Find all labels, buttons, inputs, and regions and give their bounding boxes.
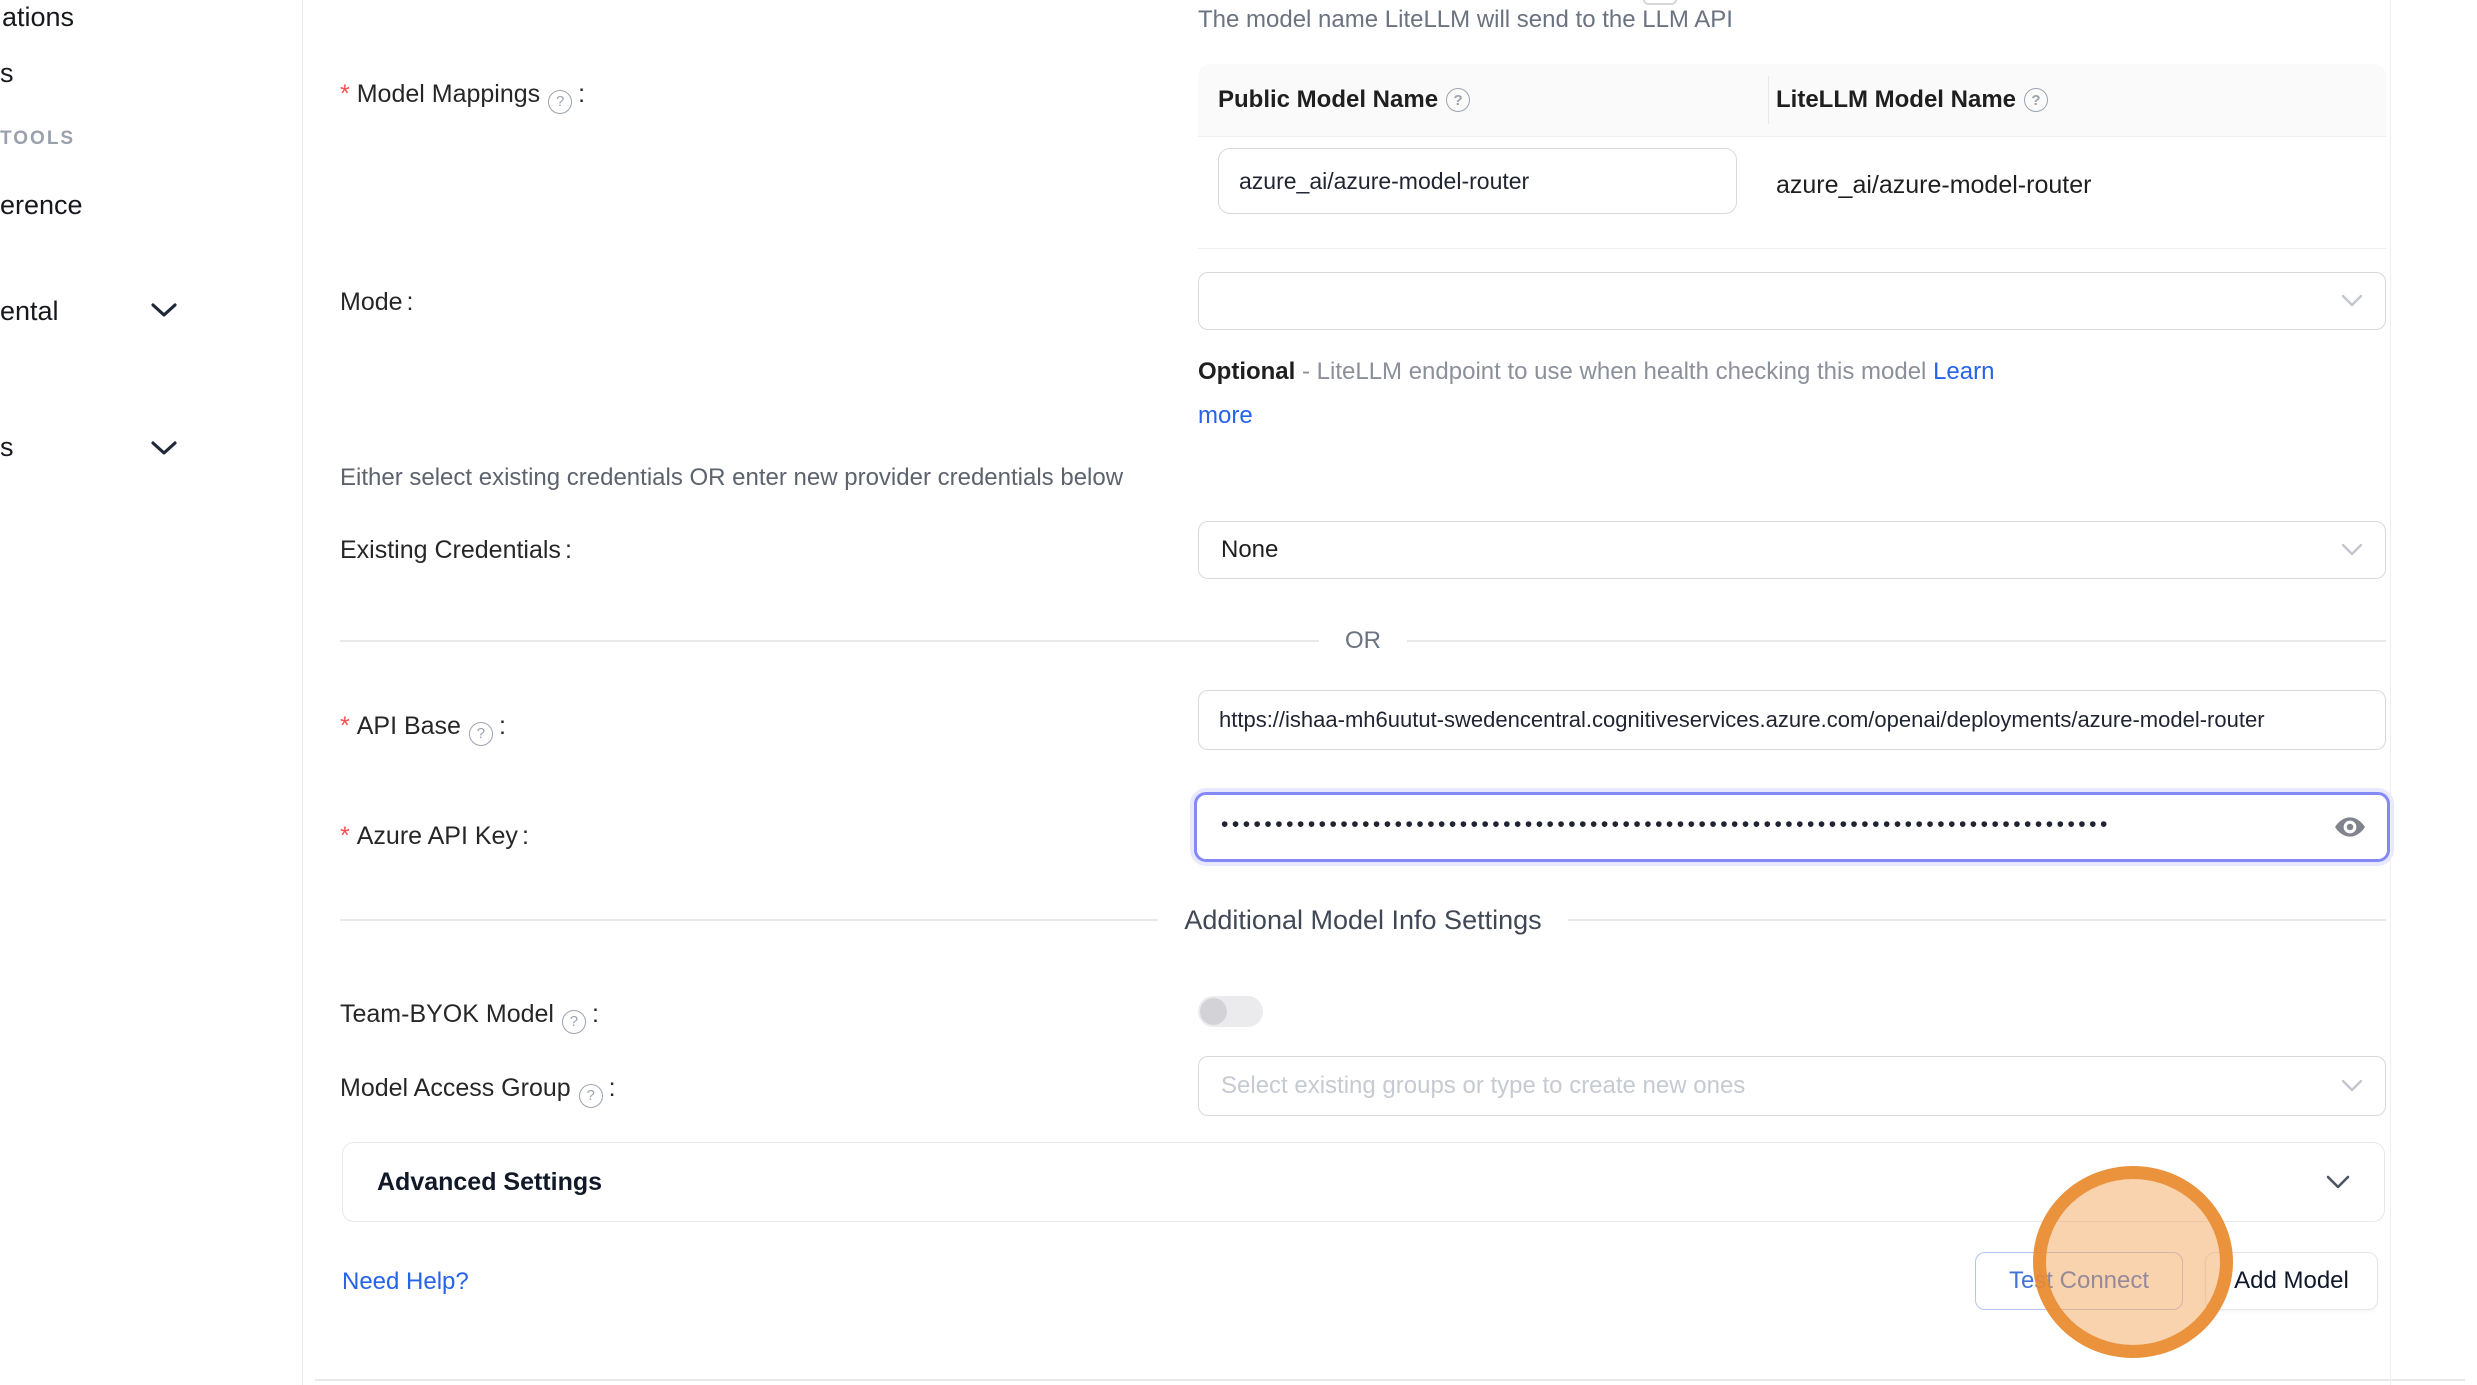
model-mappings-label: *Model Mappings?: [340,80,585,114]
chevron-down-icon[interactable] [150,440,178,457]
need-help-link[interactable]: Need Help? [342,1268,469,1296]
sidebar-item[interactable]: erence [0,190,83,221]
toggle-knob [1200,998,1227,1025]
card-bottom-border [315,1379,2465,1381]
litellm-model-name-value: azure_ai/azure-model-router [1776,171,2091,200]
mode-label: Mode: [340,288,414,317]
chevron-down-icon[interactable] [150,302,178,319]
chevron-down-icon [2341,294,2363,308]
model-access-group-placeholder: Select existing groups or type to create… [1221,1072,1745,1100]
divider-line [340,640,1319,642]
info-settings-divider-text: Additional Model Info Settings [1184,905,1541,936]
info-settings-divider: Additional Model Info Settings [340,903,2386,937]
chevron-down-icon [2326,1175,2350,1190]
api-base-input[interactable] [1198,690,2386,750]
optional-bold: Optional [1198,358,1295,385]
credentials-note: Either select existing credentials OR en… [340,464,1123,492]
card-right-border [2390,0,2391,1385]
masked-api-key-value: ••••••••••••••••••••••••••••••••••••••••… [1221,813,2333,837]
public-model-name-input[interactable] [1218,148,1737,214]
divider-line [340,919,1158,921]
azure-api-key-label: *Azure API Key: [340,822,529,851]
help-circle-icon[interactable]: ? [548,90,572,114]
advanced-settings-panel[interactable]: Advanced Settings [342,1142,2385,1222]
help-circle-icon[interactable]: ? [1446,88,1470,112]
required-asterisk: * [340,822,350,850]
help-circle-icon[interactable]: ? [469,722,493,746]
mode-help-text: Optional - LiteLLM endpoint to use when … [1198,350,2028,438]
model-name-help-text: The model name LiteLLM will send to the … [1198,6,1733,34]
or-divider: OR [340,626,2386,656]
sidebar-item[interactable]: s [0,432,14,463]
sidebar-divider [302,0,303,1385]
api-base-label: *API Base?: [340,712,506,746]
chevron-down-icon [2341,1079,2363,1093]
help-circle-icon[interactable]: ? [2024,88,2048,112]
team-byok-toggle[interactable] [1198,996,1263,1027]
team-byok-label: Team-BYOK Model?: [340,1000,599,1034]
add-model-button[interactable]: Add Model [2205,1252,2378,1310]
mode-select[interactable] [1198,272,2386,330]
eye-icon[interactable] [2333,810,2367,844]
help-circle-icon[interactable]: ? [562,1010,586,1034]
help-circle-icon[interactable]: ? [579,1084,603,1108]
model-mappings-table-header: Public Model Name ? LiteLLM Model Name ? [1198,64,2386,137]
clipped-tooltip-edge [1643,0,1677,5]
add-model-page: ations s TOOLS erence ental s The model … [0,0,2477,1385]
model-mappings-table: Public Model Name ? LiteLLM Model Name ?… [1198,64,2386,249]
or-divider-text: OR [1345,627,1381,655]
test-connect-button[interactable]: Test Connect [1975,1252,2183,1310]
model-mappings-table-row: azure_ai/azure-model-router [1198,137,2386,249]
sidebar-section-header: TOOLS [0,128,75,150]
sidebar-item[interactable]: ental [0,296,59,327]
model-access-group-select[interactable]: Select existing groups or type to create… [1198,1056,2386,1116]
chevron-down-icon [2341,543,2363,557]
sidebar: ations s TOOLS erence ental s [0,0,302,1385]
column-divider [1768,76,1769,124]
divider-line [1407,640,2386,642]
litellm-model-name-header: LiteLLM Model Name ? [1768,86,2050,114]
required-asterisk: * [340,712,350,740]
public-model-name-header: Public Model Name ? [1198,86,1768,114]
azure-api-key-input[interactable]: ••••••••••••••••••••••••••••••••••••••••… [1194,792,2390,862]
existing-credentials-select[interactable]: None [1198,521,2386,579]
existing-credentials-label: Existing Credentials: [340,536,572,565]
divider-line [1568,919,2386,921]
existing-credentials-value: None [1221,536,1278,564]
sidebar-item[interactable]: s [0,58,14,89]
required-asterisk: * [340,80,350,108]
advanced-settings-title: Advanced Settings [377,1168,602,1197]
model-access-group-label: Model Access Group?: [340,1074,616,1108]
sidebar-item[interactable]: ations [2,2,74,33]
